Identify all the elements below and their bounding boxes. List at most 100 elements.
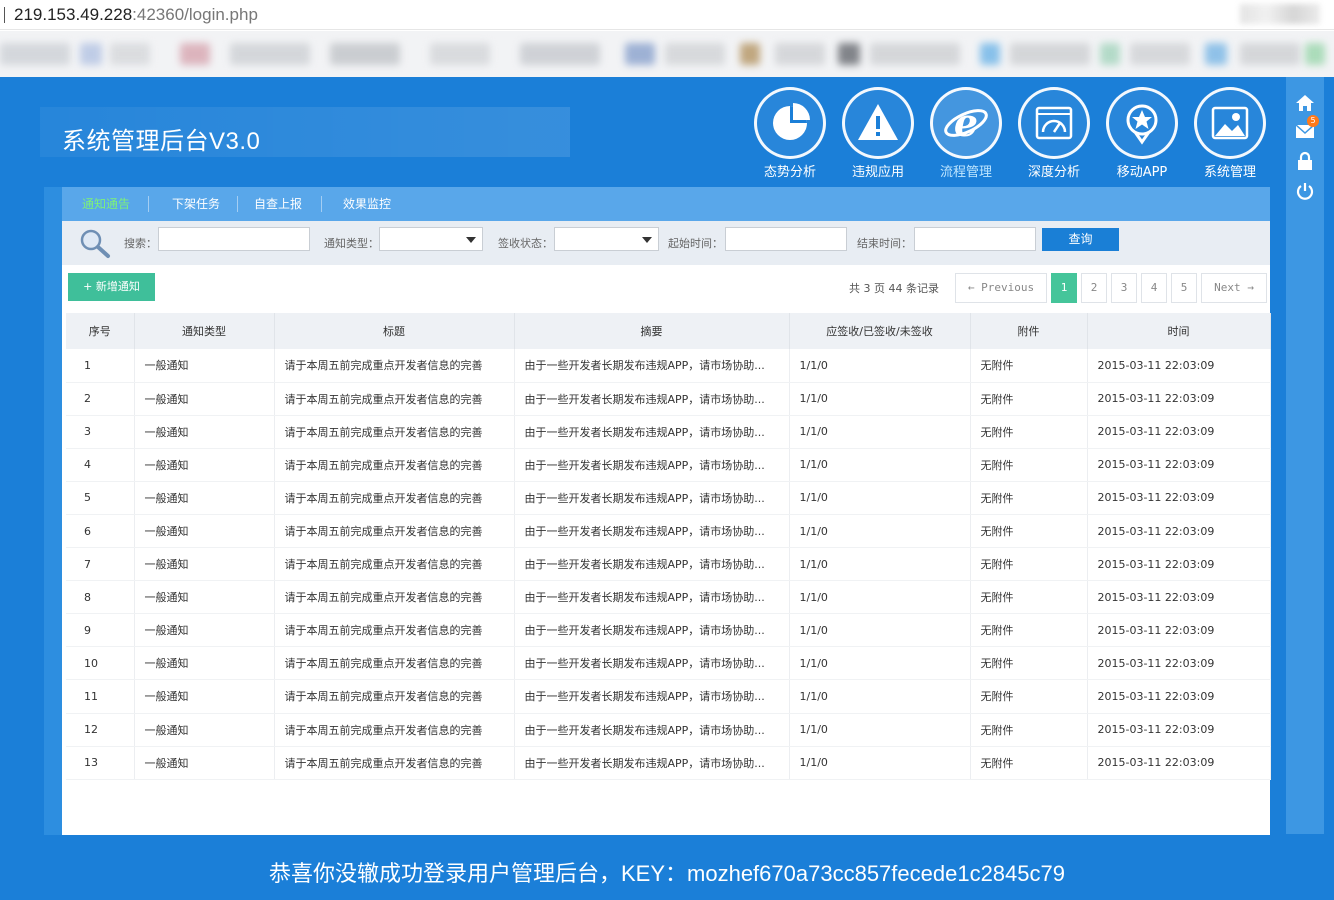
chevron-down-icon [466, 237, 476, 243]
cell-attachment: 无附件 [970, 646, 1088, 681]
blurred-bookmark [740, 43, 760, 65]
end-time-input[interactable] [914, 227, 1036, 251]
panel-left-strip [44, 187, 62, 835]
nav-item-mobile-app[interactable]: 移动APP [1100, 83, 1184, 183]
tab-notices[interactable]: 通知通告 [72, 187, 140, 221]
browser-address-bar: 219.153.49.228:42360/login.php [0, 0, 1334, 30]
header-title: 标题 [274, 313, 515, 349]
tab-takedown-tasks[interactable]: 下架任务 [162, 187, 230, 221]
url-field[interactable]: 219.153.49.228:42360/login.php [14, 5, 258, 25]
table-row[interactable]: 2 一般通知 请于本周五前完成重点开发者信息的完善 由于一些开发者长期发布违规APP，… [66, 382, 1271, 416]
cell-index: 10 [66, 646, 135, 681]
table-row[interactable]: 7 一般通知 请于本周五前完成重点开发者信息的完善 由于一些开发者长期发布违规APP，… [66, 547, 1271, 582]
page-button[interactable]: 2 [1081, 273, 1107, 303]
cell-index: 9 [66, 613, 135, 648]
top-nav: 态势分析 违规应用 e 流程管理 深度分析 移动APP 系统管理 [748, 83, 1268, 193]
table-row[interactable]: 3 一般通知 请于本周五前完成重点开发者信息的完善 由于一些开发者长期发布违规APP，… [66, 415, 1271, 449]
cell-summary: 由于一些开发者长期发布违规APP，请市场协助... [514, 646, 790, 681]
text-caret [4, 7, 5, 23]
cell-time: 2015-03-11 22:03:09 [1087, 613, 1271, 648]
blurred-bookmark [980, 43, 1000, 65]
start-time-input[interactable] [725, 227, 847, 251]
blurred-bookmark [665, 43, 725, 65]
sign-status-select[interactable] [554, 227, 659, 251]
table-row[interactable]: 5 一般通知 请于本周五前完成重点开发者信息的完善 由于一些开发者长期发布违规APP，… [66, 481, 1271, 515]
cell-summary: 由于一些开发者长期发布违规APP，请市场协助... [514, 514, 790, 549]
lock-icon[interactable] [1293, 149, 1317, 173]
cell-attachment: 无附件 [970, 547, 1088, 582]
url-port-path: :42360/login.php [132, 5, 258, 24]
nav-label: 流程管理 [939, 165, 992, 180]
cell-type: 一般通知 [134, 349, 275, 383]
tab-divider [321, 196, 322, 212]
cell-type: 一般通知 [134, 713, 275, 747]
end-time-label: 结束时间： [857, 237, 912, 250]
table-row[interactable]: 12 一般通知 请于本周五前完成重点开发者信息的完善 由于一些开发者长期发布违规APP… [66, 713, 1271, 747]
mail-badge: 5 [1307, 115, 1319, 127]
table-row[interactable]: 1 一般通知 请于本周五前完成重点开发者信息的完善 由于一些开发者长期发布违规APP，… [66, 349, 1271, 383]
tab-effect-monitor[interactable]: 效果监控 [333, 187, 401, 221]
speedometer-icon [1018, 87, 1090, 159]
nav-item-violating-apps[interactable]: 违规应用 [836, 83, 920, 183]
power-icon[interactable] [1293, 179, 1317, 203]
search-label: 搜索： [124, 237, 157, 250]
page-button[interactable]: 4 [1141, 273, 1167, 303]
cell-type: 一般通知 [134, 481, 275, 515]
tab-divider [148, 196, 149, 212]
add-notice-label: 新增通知 [95, 280, 140, 293]
cell-type: 一般通知 [134, 646, 275, 681]
table-row[interactable]: 10 一般通知 请于本周五前完成重点开发者信息的完善 由于一些开发者长期发布违规APP… [66, 646, 1271, 681]
cell-time: 2015-03-11 22:03:09 [1087, 646, 1271, 681]
cell-attachment: 无附件 [970, 580, 1088, 615]
blurred-bookmark [330, 43, 400, 65]
nav-item-deep-analysis[interactable]: 深度分析 [1012, 83, 1096, 183]
table-body: 1 一般通知 请于本周五前完成重点开发者信息的完善 由于一些开发者长期发布违规APP，… [66, 349, 1271, 780]
blurred-bookmark [1240, 43, 1300, 65]
query-button[interactable]: 查询 [1042, 228, 1119, 251]
cell-attachment: 无附件 [970, 481, 1088, 515]
search-input[interactable] [158, 227, 310, 251]
cell-sign-status: 1/1/0 [789, 481, 971, 515]
blurred-bookmark [1305, 43, 1325, 65]
cell-attachment: 无附件 [970, 613, 1088, 648]
blurred-bookmark [180, 43, 210, 65]
page-button[interactable]: 5 [1171, 273, 1197, 303]
page-button[interactable]: 1 [1051, 273, 1077, 303]
cell-type: 一般通知 [134, 415, 275, 449]
next-page-button[interactable]: Next → [1201, 273, 1267, 303]
prev-page-button[interactable]: ← Previous [955, 273, 1047, 303]
cell-title: 请于本周五前完成重点开发者信息的完善 [274, 382, 515, 416]
cell-sign-status: 1/1/0 [789, 514, 971, 549]
nav-item-process-management[interactable]: e 流程管理 [924, 83, 1008, 183]
table-row[interactable]: 6 一般通知 请于本周五前完成重点开发者信息的完善 由于一些开发者长期发布违规APP，… [66, 514, 1271, 549]
cell-attachment: 无附件 [970, 713, 1088, 747]
mail-icon[interactable]: 5 [1293, 115, 1319, 143]
app-title: 系统管理后台V3.0 [62, 128, 261, 155]
add-notice-button[interactable]: + 新增通知 [68, 273, 155, 301]
table-row[interactable]: 13 一般通知 请于本周五前完成重点开发者信息的完善 由于一些开发者长期发布违规APP… [66, 746, 1271, 780]
blurred-bookmark [1205, 43, 1227, 65]
nav-label: 违规应用 [851, 165, 904, 180]
cell-sign-status: 1/1/0 [789, 646, 971, 681]
tab-self-report[interactable]: 自查上报 [244, 187, 312, 221]
cell-index: 5 [66, 481, 135, 515]
cell-type: 一般通知 [134, 547, 275, 582]
login-success-message: 恭喜你没辙成功登录用户管理后台，KEY：mozhef670a73cc857fec… [269, 861, 1065, 886]
table-row[interactable]: 9 一般通知 请于本周五前完成重点开发者信息的完善 由于一些开发者长期发布违规APP，… [66, 613, 1271, 648]
blurred-bookmark [230, 43, 310, 65]
nav-item-situation-analysis[interactable]: 态势分析 [748, 83, 832, 183]
nav-item-system-management[interactable]: 系统管理 [1188, 83, 1272, 183]
table-row[interactable]: 11 一般通知 请于本周五前完成重点开发者信息的完善 由于一些开发者长期发布违规APP… [66, 679, 1271, 714]
cell-index: 8 [66, 580, 135, 615]
cell-time: 2015-03-11 22:03:09 [1087, 382, 1271, 416]
star-badge-icon [1106, 87, 1178, 159]
table-row[interactable]: 8 一般通知 请于本周五前完成重点开发者信息的完善 由于一些开发者长期发布违规APP，… [66, 580, 1271, 615]
page-button[interactable]: 3 [1111, 273, 1137, 303]
cell-title: 请于本周五前完成重点开发者信息的完善 [274, 448, 515, 482]
cell-summary: 由于一些开发者长期发布违规APP，请市场协助... [514, 547, 790, 582]
notice-type-select[interactable] [379, 227, 483, 251]
table-row[interactable]: 4 一般通知 请于本周五前完成重点开发者信息的完善 由于一些开发者长期发布违规APP，… [66, 448, 1271, 482]
header-index: 序号 [66, 313, 135, 349]
cell-sign-status: 1/1/0 [789, 382, 971, 416]
home-icon[interactable] [1293, 91, 1317, 115]
